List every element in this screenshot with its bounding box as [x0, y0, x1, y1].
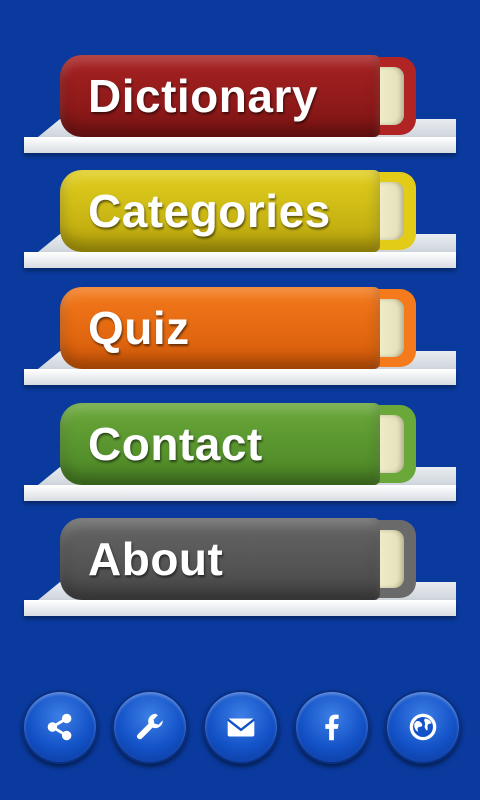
email-button[interactable] [203, 690, 279, 764]
website-button[interactable] [385, 690, 461, 764]
globe-icon [409, 713, 437, 741]
shelf-front [24, 252, 456, 268]
shelf-front [24, 485, 456, 501]
categories-label: Categories [88, 185, 331, 237]
book-cover: About [60, 518, 380, 600]
shelf-row-categories: Categories [0, 170, 480, 280]
contact-button[interactable]: Contact [60, 403, 416, 485]
about-label: About [88, 533, 224, 585]
quiz-button[interactable]: Quiz [60, 287, 416, 369]
facebook-icon [325, 714, 339, 741]
book-cover: Categories [60, 170, 380, 252]
about-button[interactable]: About [60, 518, 416, 600]
quiz-label: Quiz [88, 302, 190, 354]
book-cover: Contact [60, 403, 380, 485]
shelf-row-contact: Contact [0, 403, 480, 513]
share-icon [47, 713, 72, 741]
facebook-button[interactable] [294, 690, 370, 764]
dictionary-label: Dictionary [88, 70, 318, 122]
book-cover: Quiz [60, 287, 380, 369]
share-button[interactable] [22, 690, 98, 764]
mail-icon [226, 718, 256, 737]
bottom-action-bar [0, 690, 480, 766]
shelf-front [24, 369, 456, 385]
shelf-row-dictionary: Dictionary [0, 55, 480, 165]
shelf-row-quiz: Quiz [0, 287, 480, 397]
shelf-front [24, 137, 456, 153]
settings-button[interactable] [112, 690, 188, 764]
dictionary-button[interactable]: Dictionary [60, 55, 416, 137]
shelf-row-about: About [0, 518, 480, 628]
wrench-icon [137, 713, 163, 740]
contact-label: Contact [88, 418, 263, 470]
shelf-front [24, 600, 456, 616]
book-cover: Dictionary [60, 55, 380, 137]
categories-button[interactable]: Categories [60, 170, 416, 252]
